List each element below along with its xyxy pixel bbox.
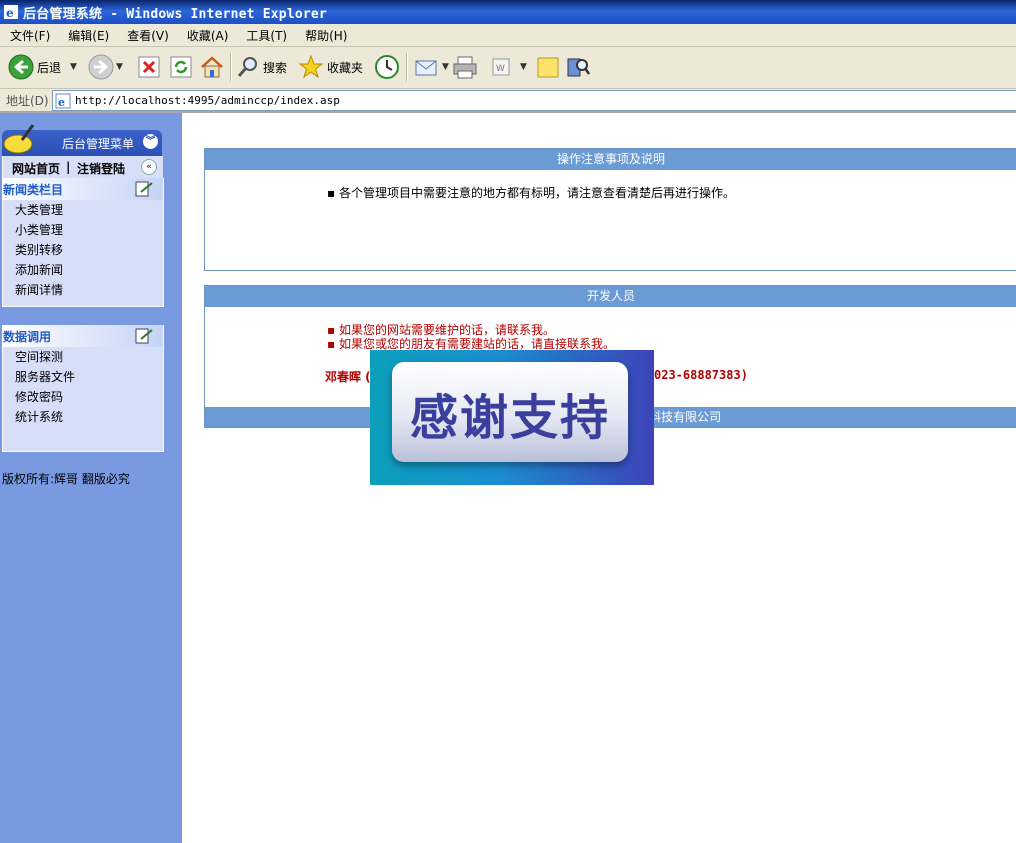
window-title: 后台管理系统 - Windows Internet Explorer — [23, 6, 327, 22]
menu-favorites[interactable]: 收藏(A) — [177, 27, 237, 44]
home-button[interactable] — [200, 53, 224, 81]
dropdown-icon: ▼ — [70, 62, 77, 72]
back-arrow-icon — [8, 54, 34, 80]
sidebar-item-category-transfer[interactable]: 类别转移 — [3, 240, 163, 260]
collapse-left-icon[interactable]: « — [141, 159, 157, 175]
edit-button[interactable]: W ▼ — [490, 53, 527, 81]
research-button[interactable] — [566, 53, 590, 81]
stop-button[interactable] — [138, 53, 160, 81]
home-link[interactable]: 网站首页 — [12, 160, 60, 177]
mail-icon — [415, 60, 437, 76]
notes-button[interactable] — [536, 53, 560, 81]
ie-icon: e — [4, 5, 18, 20]
link-separator: | — [66, 160, 71, 174]
data-panel-title: 数据调用 — [3, 330, 52, 344]
menu-tools[interactable]: 工具(T) — [236, 27, 295, 44]
bullet-icon: ▪ — [327, 186, 339, 200]
address-bar: 地址(D) e http://localhost:4995/adminccp/i… — [0, 89, 1016, 113]
edit-note-icon — [135, 181, 153, 197]
developers-title: 开发人员 — [205, 286, 1016, 307]
sidebar-item-category-manage[interactable]: 大类管理 — [3, 200, 163, 220]
sidebar-top-links: 网站首页 | 注销登陆 « — [2, 156, 163, 178]
mail-button[interactable]: ▼ — [414, 53, 449, 81]
address-label: 地址(D) — [6, 94, 49, 108]
menu-help[interactable]: 帮助(H) — [295, 27, 355, 44]
contact-phone: 023-68887383) — [654, 368, 748, 382]
sidebar-item-statistics[interactable]: 统计系统 — [3, 407, 163, 427]
svg-text:e: e — [58, 96, 65, 109]
stop-icon — [138, 56, 160, 78]
address-input[interactable]: e http://localhost:4995/adminccp/index.a… — [52, 90, 1016, 111]
developers-text-2: 如果您或您的朋友有需要建站的话，请直接联系我。 — [338, 337, 615, 351]
toolbar: 后退 ▼ ▼ 搜索 收藏夹 ▼ W ▼ — [0, 47, 1016, 89]
popup-plate: 感谢支持 — [392, 362, 628, 462]
page-icon: e — [55, 93, 71, 109]
sidebar-item-news-detail[interactable]: 新闻详情 — [3, 280, 163, 300]
svg-text:e: e — [6, 6, 14, 20]
popup-text: 感谢支持 — [409, 390, 610, 446]
printer-icon — [453, 56, 477, 79]
sticky-note-icon — [537, 57, 559, 78]
edit-note-icon — [135, 328, 153, 344]
bullet-icon: ▪ — [327, 337, 339, 351]
favorites-label: 收藏夹 — [327, 60, 364, 75]
logout-link[interactable]: 注销登陆 — [77, 160, 125, 177]
back-dropdown[interactable]: ▼ — [68, 53, 77, 81]
window-titlebar: e 后台管理系统 - Windows Internet Explorer — [0, 0, 1016, 24]
sidebar-item-add-news[interactable]: 添加新闻 — [3, 260, 163, 280]
sidebar-item-server-files[interactable]: 服务器文件 — [3, 367, 163, 387]
history-icon — [375, 55, 399, 79]
data-panel: 数据调用 空间探测 服务器文件 修改密码 统计系统 — [2, 325, 164, 452]
news-panel-header[interactable]: 新闻类栏目 — [3, 178, 163, 200]
news-panel-title: 新闻类栏目 — [3, 183, 64, 197]
refresh-button[interactable] — [170, 53, 192, 81]
notice-box: 操作注意事项及说明 ▪ 各个管理项目中需要注意的地方都有标明，请注意查看清楚后再… — [204, 148, 1016, 271]
svg-text:W: W — [496, 64, 505, 74]
search-button[interactable]: 搜索 — [236, 53, 287, 81]
back-button[interactable]: 后退 — [8, 53, 61, 81]
sidebar-item-space-probe[interactable]: 空间探测 — [3, 347, 163, 367]
home-icon — [201, 56, 223, 78]
print-button[interactable] — [452, 53, 478, 81]
notice-line: ▪ 各个管理项目中需要注意的地方都有标明，请注意查看清楚后再进行操作。 — [327, 184, 735, 201]
collapse-menu-icon[interactable]: ︾ — [143, 134, 158, 149]
word-doc-icon: W — [492, 58, 510, 76]
search-icon — [237, 57, 257, 77]
sidebar-header: 后台管理菜单 ︾ — [2, 124, 162, 156]
refresh-icon — [170, 56, 192, 78]
sidebar-item-subcategory-manage[interactable]: 小类管理 — [3, 220, 163, 240]
toolbar-separator — [406, 53, 408, 81]
sidebar: 后台管理菜单 ︾ 网站首页 | 注销登陆 « 新闻类栏目 大类管理 小类管理 类… — [0, 113, 182, 843]
notice-title: 操作注意事项及说明 — [205, 149, 1016, 170]
news-panel: 新闻类栏目 大类管理 小类管理 类别转移 添加新闻 新闻详情 — [2, 178, 164, 307]
forward-button[interactable]: ▼ — [88, 53, 123, 81]
notice-text: 各个管理项目中需要注意的地方都有标明，请注意查看清楚后再进行操作。 — [338, 186, 735, 200]
dropdown-icon: ▼ — [442, 62, 449, 72]
favorites-button[interactable]: 收藏夹 — [298, 53, 363, 81]
favorites-star-icon — [298, 54, 324, 79]
address-url: http://localhost:4995/adminccp/index.asp — [75, 94, 340, 107]
menu-edit[interactable]: 编辑(E) — [58, 27, 117, 44]
menu-bar: 文件(F) 编辑(E) 查看(V) 收藏(A) 工具(T) 帮助(H) — [0, 24, 1016, 47]
contact-name: 邓春晖 ( — [325, 370, 371, 384]
popup-ad[interactable]: 感谢支持 — [370, 350, 654, 485]
forward-arrow-icon — [88, 54, 114, 80]
broom-logo-icon — [3, 124, 35, 154]
menu-view[interactable]: 查看(V) — [117, 27, 177, 44]
research-icon — [567, 58, 590, 77]
data-panel-header[interactable]: 数据调用 — [3, 325, 163, 347]
sidebar-header-title: 后台管理菜单 — [62, 137, 135, 151]
history-button[interactable] — [374, 53, 400, 81]
copyright-text: 版权所有:辉哥 翻版必究 — [2, 472, 130, 486]
sidebar-item-change-password[interactable]: 修改密码 — [3, 387, 163, 407]
search-label: 搜索 — [263, 60, 288, 75]
back-label: 后退 — [37, 60, 62, 75]
toolbar-separator — [230, 53, 232, 81]
dropdown-icon: ▼ — [116, 62, 123, 72]
menu-file[interactable]: 文件(F) — [0, 27, 58, 44]
dropdown-icon: ▼ — [520, 62, 527, 72]
